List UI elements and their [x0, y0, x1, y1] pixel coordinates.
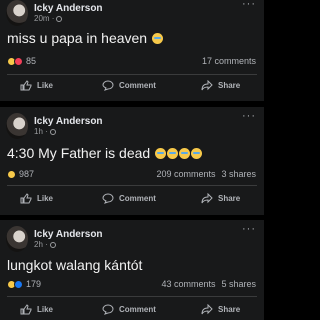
comments-count[interactable]: 43 comments: [161, 279, 215, 289]
like-button[interactable]: Like: [20, 303, 54, 315]
post-text: lungkot walang kántót: [7, 257, 142, 273]
post-header: Icky Anderson 20m ·: [6, 0, 103, 26]
post-card: Icky Anderson 20m · ··· miss u papa in h…: [0, 0, 264, 101]
post-meta: 1h ·: [34, 127, 103, 137]
post-text-content: 4:30 My Father is dead: [7, 145, 151, 161]
crying-face-icon: [179, 148, 191, 159]
reaction-count: 179: [26, 279, 42, 289]
post-time[interactable]: 2h ·: [34, 240, 48, 250]
reactions-summary[interactable]: 179: [7, 279, 41, 289]
reaction-count: 85: [26, 56, 37, 66]
crying-face-icon: [151, 33, 163, 44]
divider: [7, 296, 257, 297]
post-meta: 20m ·: [34, 14, 103, 24]
action-bar: Like Comment Share: [0, 190, 264, 206]
action-bar: Like Comment Share: [0, 301, 264, 317]
divider: [7, 185, 257, 186]
more-options-button[interactable]: ···: [242, 0, 256, 10]
comment-icon: [102, 79, 114, 91]
comment-button[interactable]: Comment: [102, 303, 156, 315]
share-label: Share: [218, 304, 241, 314]
thumbs-up-icon: [20, 79, 32, 90]
divider: [7, 74, 257, 75]
share-button[interactable]: Share: [201, 303, 241, 315]
comment-label: Comment: [119, 80, 156, 90]
post-text: 4:30 My Father is dead: [7, 145, 203, 161]
globe-icon: [49, 241, 56, 248]
comment-label: Comment: [119, 193, 156, 203]
share-icon: [201, 192, 213, 203]
crying-face-icon: [167, 148, 179, 159]
like-label: Like: [37, 304, 54, 314]
shares-count[interactable]: 3 shares: [221, 169, 256, 179]
post-meta: 2h ·: [34, 240, 103, 250]
comment-label: Comment: [119, 304, 156, 314]
crying-face-icon: [191, 148, 203, 159]
share-label: Share: [218, 193, 241, 203]
author-name[interactable]: Icky Anderson: [34, 116, 103, 127]
comment-icon: [102, 192, 114, 204]
avatar[interactable]: [6, 113, 28, 139]
comments-count[interactable]: 209 comments: [156, 169, 215, 179]
love-reaction-icon: [14, 56, 23, 66]
post-header: Icky Anderson 1h ·: [6, 113, 103, 139]
comment-button[interactable]: Comment: [102, 79, 156, 91]
post-text-content: miss u papa in heaven: [7, 30, 148, 46]
thumbs-up-icon: [20, 192, 32, 203]
post-card: Icky Anderson 1h · ··· 4:30 My Father is…: [0, 107, 264, 215]
thumbs-up-icon: [20, 303, 32, 314]
share-icon: [201, 303, 213, 314]
avatar[interactable]: [6, 226, 28, 252]
post-time[interactable]: 20m ·: [34, 14, 54, 24]
post-stats: 179 43 comments 5 shares: [7, 278, 256, 290]
share-label: Share: [218, 80, 241, 90]
post-text-content: lungkot walang kántót: [7, 257, 143, 273]
shares-count[interactable]: 5 shares: [221, 279, 256, 289]
crying-face-icon: [155, 148, 167, 159]
share-button[interactable]: Share: [201, 79, 241, 91]
author-name[interactable]: Icky Anderson: [34, 229, 103, 240]
like-button[interactable]: Like: [20, 79, 54, 91]
post-time[interactable]: 1h ·: [34, 127, 48, 137]
reactions-summary[interactable]: 85: [7, 56, 36, 66]
avatar[interactable]: [6, 0, 28, 26]
like-reaction-icon: [14, 279, 23, 289]
post-text: miss u papa in heaven: [7, 30, 163, 46]
author-name[interactable]: Icky Anderson: [34, 3, 103, 14]
reactions-summary[interactable]: 987: [7, 169, 34, 179]
globe-icon: [56, 15, 63, 22]
post-stats: 987 209 comments 3 shares: [7, 168, 256, 180]
post-header: Icky Anderson 2h ·: [6, 226, 103, 252]
globe-icon: [49, 128, 56, 135]
post-stats: 85 17 comments: [7, 55, 256, 67]
comments-count[interactable]: 17 comments: [202, 56, 256, 66]
comment-icon: [102, 303, 114, 315]
more-options-button[interactable]: ···: [242, 224, 256, 235]
sad-reaction-icon: [7, 169, 16, 179]
share-button[interactable]: Share: [201, 192, 241, 204]
like-label: Like: [37, 80, 54, 90]
like-button[interactable]: Like: [20, 192, 54, 204]
more-options-button[interactable]: ···: [242, 111, 256, 122]
like-label: Like: [37, 193, 54, 203]
post-card: Icky Anderson 2h · ··· lungkot walang ká…: [0, 220, 264, 320]
share-icon: [201, 79, 213, 90]
action-bar: Like Comment Share: [0, 77, 264, 93]
reaction-count: 987: [19, 169, 35, 179]
comment-button[interactable]: Comment: [102, 192, 156, 204]
